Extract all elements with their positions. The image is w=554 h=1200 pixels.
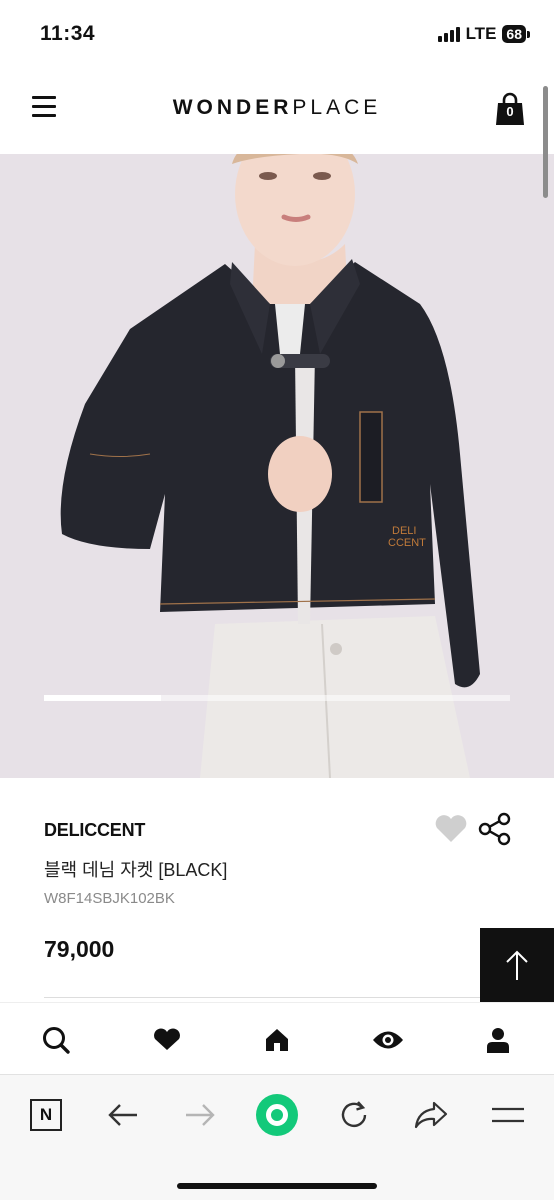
jacket-text-line1: DELI [392,525,416,537]
battery-level: 68 [502,25,526,43]
heart-icon [154,1028,180,1050]
naver-n-label: N [39,1105,53,1124]
share-icon [478,812,511,846]
back-arrow-icon [108,1104,137,1126]
divider [44,997,510,998]
logo-bold-text: WONDER [172,96,293,119]
bottom-navigation [0,1002,554,1074]
forward-button[interactable] [178,1093,222,1137]
product-image-carousel[interactable]: DELI CCENT [0,154,554,778]
refresh-icon [341,1101,367,1128]
nav-mypage[interactable] [480,1023,516,1057]
product-code: W8F14SBJK102BK [44,890,175,907]
product-photo: DELI CCENT [0,154,554,778]
back-button[interactable] [101,1093,145,1137]
nav-wishlist[interactable] [149,1023,185,1057]
network-label: LTE [465,24,497,43]
status-indicators: LTE 68 [437,24,530,44]
page-scrollbar[interactable] [543,86,548,198]
status-bar: 11:34 LTE 68 [0,0,554,68]
home-indicator[interactable] [177,1183,377,1189]
product-info: DELICCENT 블랙 데님 자켓 [BLACK] W8F14SBJK102B… [0,778,554,1002]
nav-recent[interactable] [370,1023,406,1057]
carousel-progress [44,695,510,701]
naver-home-button[interactable]: N [24,1093,68,1137]
share-page-button[interactable] [409,1093,453,1137]
cart-button[interactable]: 0 [496,92,524,126]
jacket-text-line2: CCENT [388,537,426,549]
signal-icon [437,26,460,42]
product-brand[interactable]: DELICCENT [44,820,145,841]
wishlist-button[interactable] [434,814,468,844]
nav-search[interactable] [38,1023,74,1057]
heart-icon [435,815,467,842]
forward-arrow-icon [186,1104,215,1126]
browser-toolbar: N [0,1074,554,1200]
home-icon [266,1029,288,1051]
battery-icon: 68 [502,25,530,43]
browser-menu-button[interactable] [486,1093,530,1137]
product-name: 블랙 데님 자켓 [BLACK] [44,860,228,880]
green-circle-icon [256,1094,298,1136]
arrow-up-icon [506,950,528,980]
nav-home[interactable] [259,1023,295,1057]
scroll-top-button[interactable] [480,928,554,1002]
logo-light-text: PLACE [292,96,382,119]
menu-lines-icon [492,1107,524,1123]
carousel-progress-fill [44,695,161,701]
green-dot-button[interactable] [255,1093,299,1137]
product-price: 79,000 [44,936,115,962]
status-time: 11:34 [40,22,96,45]
cart-count: 0 [506,104,514,119]
share-arrow-icon [414,1101,448,1129]
search-icon [43,1027,70,1054]
eye-icon [373,1031,403,1049]
site-logo[interactable]: WONDERPLACE [0,96,554,120]
share-button[interactable] [478,812,512,846]
site-header: WONDERPLACE 0 [0,68,554,154]
refresh-button[interactable] [332,1093,376,1137]
user-icon [487,1028,509,1053]
